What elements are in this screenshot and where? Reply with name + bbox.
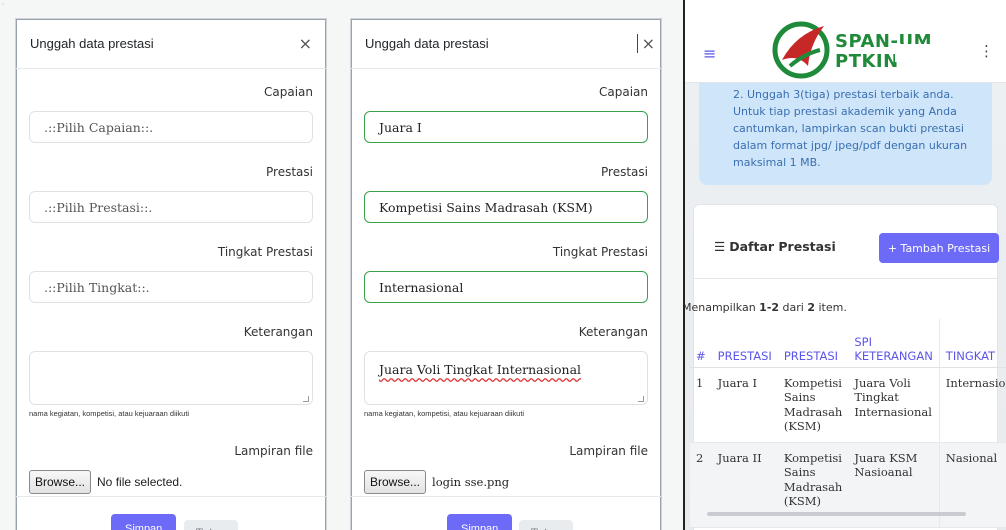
modal-title: Unggah data prestasi (365, 36, 489, 51)
column-header[interactable]: # (690, 319, 712, 368)
mobile-topbar: ≡ SPAN-UM PTKIN ⋮ (685, 0, 1006, 83)
upload-modal-empty: Unggah data prestasi × Capaian .::Pilih … (15, 18, 327, 530)
horizontal-scrollbar[interactable] (707, 512, 966, 516)
prestasi-card: ☰ Daftar Prestasi + Tambah Prestasi Menam… (685, 204, 1006, 530)
close-icon[interactable]: × (299, 34, 312, 53)
background-watermark: · (0, 0, 6, 15)
file-label: Lampiran file (569, 444, 648, 458)
keterangan-help: nama kegiatan, kompetisi, atau kejuaraan… (29, 409, 190, 418)
table-cell: Kompetisi Sains Madrasah (KSM) (777, 367, 849, 443)
list-title-text: Daftar Prestasi (729, 239, 836, 254)
close-button[interactable]: Tutup (519, 520, 573, 530)
prestasi-select[interactable]: .::Pilih Prestasi::. (29, 191, 313, 223)
file-name: login sse.png (432, 475, 510, 489)
save-button[interactable]: Simpan (111, 514, 177, 530)
browse-button[interactable]: Browse... (29, 470, 92, 494)
add-prestasi-button[interactable]: + Tambah Prestasi (879, 233, 999, 263)
resize-handle-icon[interactable] (303, 396, 309, 402)
more-options-icon[interactable]: ⋮ (979, 42, 994, 60)
keterangan-value: Juara Voli Tingkat Internasional (379, 362, 582, 377)
capaian-label: Capaian (599, 85, 648, 99)
tingkat-label: Tingkat Prestasi (217, 245, 313, 259)
modal-title: Unggah data prestasi (30, 36, 154, 51)
column-header[interactable]: TINGKAT (938, 319, 1006, 368)
summary-mid: dari (779, 301, 808, 314)
close-button[interactable]: Tutup (184, 520, 238, 530)
column-header[interactable]: PRESTASI (777, 319, 849, 368)
modal-footer: Simpan Tutup (351, 496, 661, 530)
resize-handle-icon[interactable] (638, 396, 644, 402)
list-title: ☰ Daftar Prestasi (714, 239, 836, 254)
modal-footer: Simpan Tutup (16, 496, 326, 530)
table-cell: Internasional (938, 367, 1006, 443)
tingkat-select[interactable]: .::Pilih Tingkat::. (29, 271, 313, 303)
pagination-summary: Menampilkan 1-2 dari 2 item. (683, 301, 847, 314)
keterangan-label: Keterangan (578, 325, 648, 339)
prestasi-table: # PRESTASI PRESTASI SPI KETERANGAN TINGK… (690, 319, 1006, 528)
table-cell: Juara Voli Tingkat Internasional (848, 367, 940, 443)
browse-button[interactable]: Browse... (364, 470, 427, 494)
file-name: No file selected. (97, 475, 183, 489)
prestasi-select[interactable]: Kompetisi Sains Madrasah (KSM) (364, 191, 648, 223)
save-button[interactable]: Simpan (447, 514, 513, 530)
capaian-select[interactable]: Juara I (364, 111, 648, 143)
tingkat-select[interactable]: Internasional (364, 271, 648, 303)
table-cell: 1 (690, 367, 712, 443)
prestasi-label: Prestasi (266, 165, 313, 179)
column-header[interactable]: SPI KETERANGAN (848, 319, 940, 368)
screenshot-stage: · Unggah data prestasi × Capaian .::Pili… (0, 0, 1006, 530)
menu-icon[interactable]: ≡ (703, 44, 716, 63)
prestasi-label: Prestasi (601, 165, 648, 179)
table-row: 1 Juara I Kompetisi Sains Madrasah (KSM)… (690, 367, 1006, 443)
info-alert: 2. Unggah 3(tiga) prestasi terbaik anda.… (699, 76, 992, 185)
keterangan-label: Keterangan (243, 325, 313, 339)
summary-prefix: Menampilkan (683, 301, 760, 314)
tingkat-label: Tingkat Prestasi (552, 245, 648, 259)
keterangan-textarea[interactable]: Juara Voli Tingkat Internasional (364, 351, 648, 405)
summary-range: 1-2 (759, 301, 780, 314)
close-icon[interactable]: × (636, 34, 655, 53)
file-label: Lampiran file (234, 444, 313, 458)
keterangan-help: nama kegiatan, kompetisi, atau kejuaraan… (364, 409, 525, 418)
span-um-logo-icon (772, 21, 830, 79)
summary-total: 2 (807, 301, 815, 314)
mobile-view: 2. Unggah 3(tiga) prestasi terbaik anda.… (683, 0, 1006, 530)
capaian-label: Capaian (264, 85, 313, 99)
modal-header: Unggah data prestasi × (16, 19, 326, 69)
modal-header: Unggah data prestasi × (351, 19, 661, 69)
upload-modal-filled: Unggah data prestasi × Capaian Juara I P… (350, 18, 662, 530)
list-icon: ☰ (714, 239, 726, 254)
brand-subname: PTKIN (835, 51, 899, 72)
card-header: ☰ Daftar Prestasi + Tambah Prestasi (694, 205, 999, 279)
redacted-block (895, 44, 979, 62)
column-header[interactable]: PRESTASI (711, 319, 778, 368)
capaian-select[interactable]: .::Pilih Capaian::. (29, 111, 313, 143)
table-cell: Juara I (711, 367, 778, 443)
keterangan-textarea[interactable] (29, 351, 313, 405)
summary-suffix: item. (815, 301, 847, 314)
